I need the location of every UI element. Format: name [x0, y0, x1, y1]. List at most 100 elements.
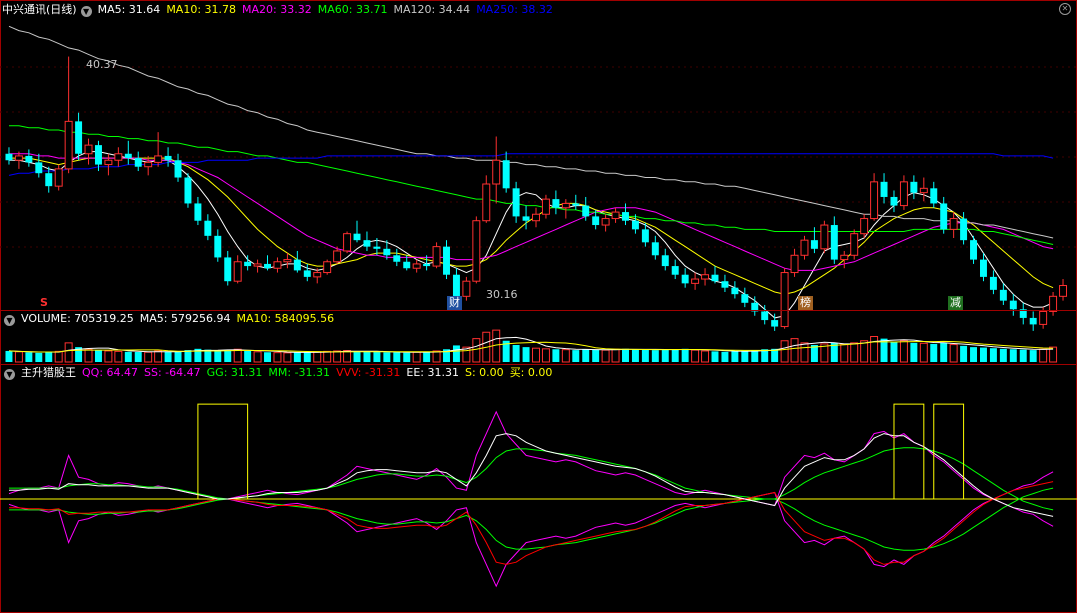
candle-body-down — [721, 281, 729, 288]
volume-bar-down — [582, 349, 590, 362]
volume-bar-down — [940, 342, 948, 362]
candle-body-down — [731, 287, 739, 295]
candle-body-down — [214, 235, 222, 258]
candle-body-up — [919, 187, 928, 194]
candle-body-down — [45, 173, 53, 187]
candle-body-up — [144, 161, 153, 168]
candle-body-down — [383, 248, 391, 256]
candle-body-down — [681, 274, 689, 284]
volume-bar-down — [363, 351, 371, 362]
volume-bar-down — [930, 343, 938, 362]
osc-line-mm — [9, 487, 1054, 551]
indicator-name[interactable]: 主升猎股王 — [21, 366, 76, 379]
volume-bar-down — [711, 351, 719, 362]
volume-bar-down — [631, 349, 639, 362]
candle-body-up — [492, 159, 501, 185]
osc-line-ee — [9, 433, 1054, 517]
candle-body-down — [5, 153, 13, 161]
candle-body-up — [601, 218, 610, 226]
chevron-down-icon[interactable]: ▼ — [80, 6, 92, 17]
volume-bar-up — [601, 349, 610, 363]
candle-body-down — [671, 266, 679, 275]
candle-body-down — [1009, 300, 1017, 310]
candle-body-down — [452, 274, 460, 297]
volume-bar-down — [751, 350, 759, 362]
candle-body-down — [174, 160, 182, 178]
volume-bar-down — [134, 352, 142, 362]
candle-body-down — [930, 188, 938, 204]
volume-bar-down — [303, 352, 311, 362]
ma60-label: MA60: 33.71 — [317, 3, 388, 16]
price-panel-header: 中兴通讯(日线) ▼ MA5: 31.64 MA10: 31.78 MA20: 33.3… — [2, 2, 559, 18]
volume-bar-up — [84, 348, 93, 363]
buy-label: 买: 0.00 — [509, 366, 553, 379]
volume-bar-up — [701, 350, 710, 363]
volume-bar-down — [164, 351, 172, 362]
volume-bar-down — [1009, 349, 1017, 362]
candle-body-down — [403, 261, 411, 269]
vol-ma10-label: MA10: 584095.56 — [236, 312, 335, 325]
volume-bar-up — [1039, 348, 1048, 363]
osc-line-vvv — [9, 481, 1054, 565]
volume-bar-up — [870, 336, 879, 363]
candle-body-down — [582, 205, 590, 217]
marker-s[interactable]: S — [38, 296, 50, 310]
candle-body-up — [850, 233, 859, 256]
candle-body-down — [502, 160, 510, 189]
volume-bar-down — [1029, 350, 1037, 362]
volume-bar-down — [224, 350, 232, 362]
volume-bar-up — [104, 350, 113, 363]
candle-body-up — [820, 224, 829, 250]
vol-ma5-label: MA5: 579256.94 — [139, 312, 231, 325]
chevron-down-icon[interactable]: ▼ — [4, 369, 15, 380]
candle-body-down — [830, 225, 838, 260]
candle-body-down — [771, 320, 779, 327]
candle-body-down — [134, 158, 142, 167]
candle-body-up — [283, 259, 292, 263]
volume-bar-down — [671, 349, 679, 362]
candle-body-down — [910, 181, 918, 193]
volume-bar-up — [472, 338, 481, 363]
volume-bar-down — [353, 351, 361, 362]
volume-bar-down — [293, 352, 301, 362]
candle-body-up — [870, 181, 879, 220]
candle-body-down — [970, 240, 978, 260]
volume-label: VOLUME: 705319.25 — [21, 312, 134, 325]
close-icon[interactable]: ✕ — [1059, 3, 1071, 15]
candle-body-up — [323, 261, 332, 274]
marker-bang[interactable]: 榜 — [798, 296, 813, 310]
candle-body-up — [482, 183, 491, 222]
candle-body-up — [14, 155, 23, 161]
candle-body-down — [622, 212, 629, 221]
ma-line-ma120 — [8, 25, 1054, 239]
volume-bar-up — [54, 350, 63, 363]
volume-bar-up — [333, 350, 342, 363]
volume-bar-up — [919, 342, 928, 363]
candle-body-down — [890, 196, 898, 206]
candle-body-up — [860, 218, 869, 235]
signal-pulse — [933, 403, 965, 499]
volume-bar-down — [452, 345, 460, 362]
volume-bar-down — [681, 348, 689, 362]
volume-bar-down — [264, 352, 271, 362]
candle-body-up — [343, 233, 352, 252]
chevron-down-icon[interactable]: ▼ — [4, 315, 15, 326]
candle-body-down — [641, 229, 649, 243]
volume-bar-up — [780, 340, 789, 363]
candle-body-up — [462, 280, 471, 297]
candle-body-down — [741, 294, 749, 303]
candle-body-down — [761, 311, 769, 321]
signal-pulse — [197, 403, 249, 499]
marker-jian[interactable]: 减 — [948, 296, 963, 310]
ma-line-ma10 — [9, 157, 1054, 295]
candle-body-up — [899, 181, 908, 207]
candle-body-down — [592, 216, 600, 226]
candle-body-down — [293, 259, 301, 271]
ee-label: EE: 31.31 — [406, 366, 459, 379]
marker-cai[interactable]: 财 — [447, 296, 462, 310]
stock-name[interactable]: 中兴通讯(日线) — [2, 3, 77, 16]
volume-bar-down — [423, 351, 431, 362]
volume-bar-up — [840, 344, 849, 363]
volume-bar-up — [541, 348, 550, 363]
candle-body-down — [124, 153, 132, 159]
